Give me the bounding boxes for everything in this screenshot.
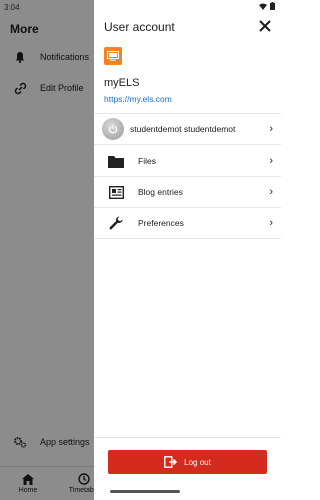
user-name: studentdemot studentdemot bbox=[130, 124, 236, 134]
chevron-right-icon: › bbox=[269, 186, 273, 198]
blog-icon bbox=[94, 185, 138, 199]
battery-icon bbox=[270, 2, 275, 10]
site-logo bbox=[104, 47, 122, 65]
menu-item-preferences[interactable]: Preferences › bbox=[94, 208, 281, 239]
power-icon bbox=[108, 124, 118, 134]
menu-item-blog-entries[interactable]: Blog entries › bbox=[94, 177, 281, 208]
folder-icon bbox=[94, 155, 138, 168]
logout-icon bbox=[164, 456, 178, 468]
status-bar: 3:04 bbox=[0, 0, 281, 14]
wifi-icon bbox=[259, 3, 267, 10]
gesture-bar bbox=[110, 490, 180, 493]
user-account-drawer: User account myELS https://my.els.com st… bbox=[94, 0, 281, 500]
user-profile-row[interactable]: studentdemot studentdemot › bbox=[94, 113, 281, 145]
close-icon[interactable] bbox=[257, 18, 273, 34]
status-icons bbox=[259, 2, 275, 10]
logout-label: Log out bbox=[184, 457, 211, 467]
chevron-right-icon: › bbox=[269, 217, 273, 229]
wrench-icon bbox=[94, 215, 138, 231]
avatar bbox=[102, 118, 124, 140]
drawer-footer: Log out bbox=[94, 437, 281, 500]
menu-item-label: Blog entries bbox=[138, 187, 183, 197]
site-logo-icon bbox=[107, 51, 119, 61]
site-url-link[interactable]: https://my.els.com bbox=[104, 94, 172, 104]
site-name: myELS bbox=[104, 77, 140, 89]
menu-item-label: Files bbox=[138, 156, 156, 166]
chevron-right-icon: › bbox=[269, 123, 273, 135]
drawer-title: User account bbox=[104, 20, 175, 34]
menu-item-files[interactable]: Files › bbox=[94, 146, 281, 177]
menu-item-label: Preferences bbox=[138, 218, 184, 228]
logout-button[interactable]: Log out bbox=[108, 450, 267, 474]
chevron-right-icon: › bbox=[269, 155, 273, 167]
status-time: 3:04 bbox=[4, 3, 20, 12]
